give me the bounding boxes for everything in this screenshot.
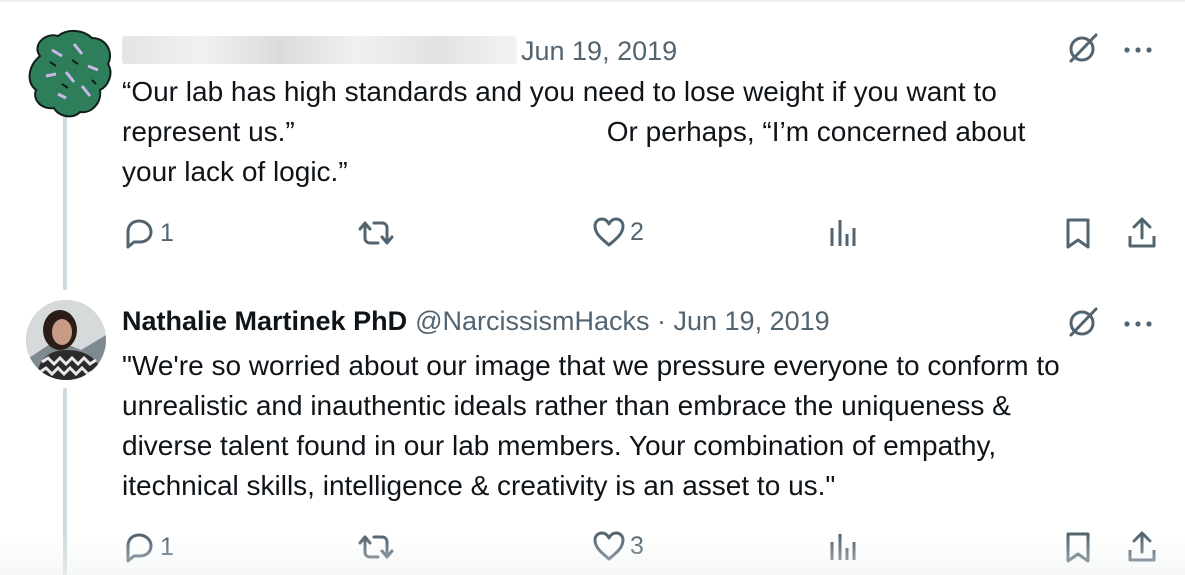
tweet-actions: 1 2: [122, 216, 1162, 256]
header-separator: ·: [649, 306, 674, 336]
tweet-actions: 1 3: [122, 530, 1162, 570]
reply-button[interactable]: 1: [122, 216, 174, 250]
grok-icon[interactable]: [1065, 30, 1101, 71]
thread-line: [63, 110, 67, 290]
top-divider: [0, 0, 1185, 2]
tweet-text: "We're so worried about our image that w…: [122, 346, 1060, 506]
views-icon: [828, 216, 858, 248]
tweet-text-line: your lack of logic.”: [122, 156, 348, 187]
tweet-text: “Our lab has high standards and you need…: [122, 72, 1025, 192]
tweet-text-line: "We're so worried about our image that w…: [122, 350, 1060, 381]
reply-button[interactable]: 1: [122, 530, 174, 564]
more-icon[interactable]: [1123, 42, 1153, 60]
redacted-name: [122, 36, 517, 64]
author-handle[interactable]: @NarcissismHacks: [415, 306, 649, 337]
reply-icon: [122, 216, 156, 250]
tweet-text-fragment: represent us.”: [122, 116, 295, 147]
tweet-text-line: itechnical skills, intelligence & creati…: [122, 470, 836, 501]
author-name[interactable]: Nathalie Martinek PhD: [122, 306, 407, 337]
views-button[interactable]: [828, 216, 858, 248]
like-count: 2: [630, 217, 644, 246]
retweet-button[interactable]: [356, 216, 400, 250]
bookmark-icon: [1064, 216, 1092, 250]
reply-count: 1: [160, 532, 174, 561]
bookmark-button[interactable]: [1064, 216, 1092, 250]
more-icon[interactable]: [1123, 316, 1153, 334]
reply-count: 1: [160, 218, 174, 247]
like-button[interactable]: 3: [592, 530, 644, 562]
tweet-corner-icons: [1065, 30, 1153, 71]
tweet-text-line: “Our lab has high standards and you need…: [122, 76, 997, 107]
bookmark-button[interactable]: [1064, 530, 1092, 564]
avatar[interactable]: [22, 26, 114, 122]
share-button[interactable]: [1126, 216, 1158, 250]
retweet-icon: [356, 530, 396, 564]
like-icon: [592, 216, 626, 248]
thread-line: [63, 388, 67, 575]
share-icon: [1126, 530, 1158, 564]
tweet-text-line: diverse talent found in our lab members.…: [122, 430, 997, 461]
like-count: 3: [630, 531, 644, 560]
tweet-text-line: unrealistic and inauthentic ideals rathe…: [122, 390, 1011, 421]
grok-icon[interactable]: [1065, 304, 1101, 345]
retweet-button[interactable]: [356, 530, 400, 564]
like-button[interactable]: 2: [592, 216, 644, 248]
tweet-text-line: represent us.” Or perhaps, “I’m concerned…: [122, 112, 1025, 152]
tweet-date[interactable]: Jun 19, 2019: [521, 36, 677, 67]
retweet-icon: [356, 216, 396, 250]
tweet-date[interactable]: Jun 19, 2019: [674, 306, 830, 337]
avatar[interactable]: [26, 300, 106, 380]
like-icon: [592, 530, 626, 562]
tweet-corner-icons: [1065, 304, 1153, 345]
views-button[interactable]: [828, 530, 858, 562]
tweet-text-fragment: Or perhaps, “I’m concerned about: [606, 116, 1026, 147]
reply-icon: [122, 530, 156, 564]
share-button[interactable]: [1126, 530, 1158, 564]
bookmark-icon: [1064, 530, 1092, 564]
tweet-header: Jun 19, 2019: [122, 32, 677, 67]
tweet-header: Nathalie Martinek PhD @NarcissismHacks ·…: [122, 306, 830, 337]
share-icon: [1126, 216, 1158, 250]
views-icon: [828, 530, 858, 562]
